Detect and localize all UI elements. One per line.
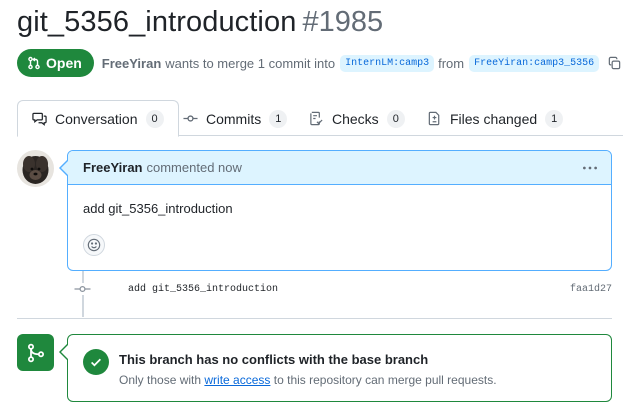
checklist-icon — [310, 111, 323, 126]
merge-status-card: This branch has no conflicts with the ba… — [67, 334, 612, 402]
tab-label: Conversation — [55, 110, 138, 127]
tab-count: 1 — [545, 109, 564, 128]
timeline-divider — [17, 318, 612, 319]
kebab-menu-icon[interactable] — [581, 159, 599, 177]
tab-conversation[interactable]: Conversation 0 — [17, 100, 179, 137]
git-merge-icon — [27, 343, 44, 362]
tab-commits[interactable]: Commits 1 — [169, 100, 301, 137]
pr-title: git_5356_introduction — [17, 6, 297, 38]
comment-action: commented now — [146, 160, 242, 175]
merge-status-icon-box — [17, 334, 54, 371]
tab-label: Checks — [332, 110, 379, 127]
tab-label: Files changed — [450, 110, 538, 127]
from-text: from — [438, 55, 465, 71]
tab-count: 1 — [269, 109, 288, 128]
merge-status-subtitle: Only those with write access to this rep… — [119, 373, 497, 387]
state-label: Open — [46, 55, 82, 71]
comment-card: FreeYiran commented now add git_5356_int… — [67, 150, 612, 271]
pr-number: #1985 — [302, 6, 384, 38]
comment-pointer-fill — [61, 161, 68, 175]
git-commit-icon — [183, 115, 198, 122]
write-access-link[interactable]: write access — [204, 373, 270, 387]
commit-sha-link[interactable]: faa1d27 — [570, 284, 612, 295]
tab-count: 0 — [386, 109, 405, 128]
tab-label: Commits — [206, 110, 262, 127]
copy-icon[interactable] — [607, 56, 622, 71]
pr-title-row: git_5356_introduction #1985 — [17, 6, 383, 46]
comment-author-link[interactable]: FreeYiran — [83, 160, 143, 175]
smiley-icon — [87, 238, 101, 252]
comment-header: FreeYiran commented now — [68, 151, 611, 185]
add-reaction-button[interactable] — [83, 234, 105, 256]
comment-discussion-icon — [32, 112, 47, 126]
state-badge: Open — [17, 49, 94, 77]
merge-sub-after: to this repository can merge pull reques… — [273, 373, 497, 387]
tab-files-changed[interactable]: Files changed 1 — [413, 100, 577, 137]
tab-count: 0 — [145, 109, 164, 128]
base-branch-link[interactable]: InternLM:camp3 — [340, 54, 435, 72]
merge-status-title: This branch has no conflicts with the ba… — [119, 352, 429, 367]
merge-pointer-fill — [61, 345, 68, 359]
merge-text: wants to merge 1 commit into — [165, 55, 336, 71]
head-branch-link[interactable]: FreeYiran:camp3_5356 — [469, 54, 600, 72]
commit-message-link[interactable]: add git_5356_introduction — [128, 284, 278, 295]
comment-body: add git_5356_introduction — [83, 201, 233, 216]
git-pull-request-icon — [28, 56, 40, 70]
check-circle-icon — [83, 349, 109, 375]
pr-author-link[interactable]: FreeYiran — [102, 56, 162, 71]
avatar[interactable] — [17, 150, 54, 187]
pr-meta: Open FreeYiran wants to merge 1 commit i… — [17, 49, 622, 77]
merge-sub-before: Only those with — [119, 373, 202, 387]
tab-checks[interactable]: Checks 0 — [295, 100, 419, 137]
pr-tabs: Conversation 0 Commits 1 Checks 0 Files … — [17, 100, 623, 137]
file-diff-icon — [428, 111, 440, 126]
git-commit-icon — [74, 283, 91, 295]
